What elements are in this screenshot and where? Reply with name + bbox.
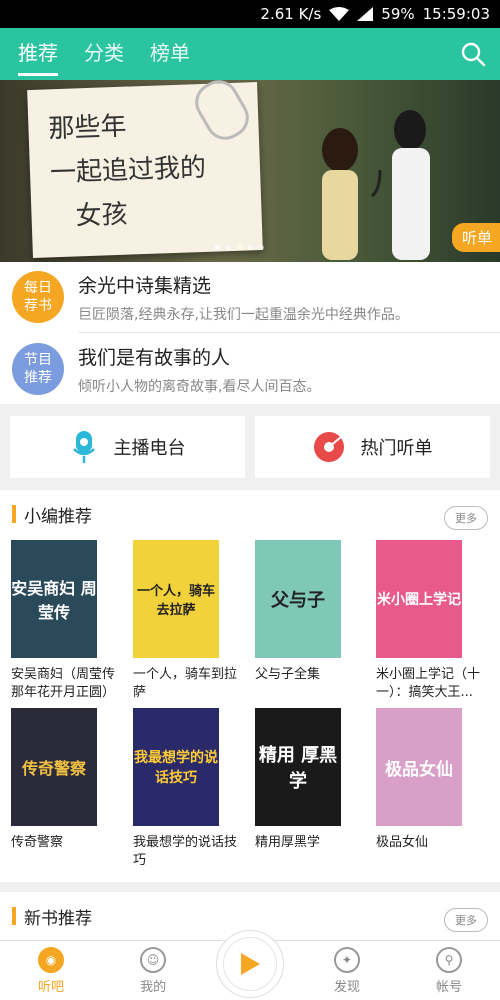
list-item[interactable]: 每日荐书 余光中诗集精选 巨匠陨落,经典永存,让我们一起重温余光中经典作品。 xyxy=(0,262,500,332)
cd-icon xyxy=(313,432,344,462)
daily-badge: 每日荐书 xyxy=(12,271,64,323)
network-speed: 2.61 K/s xyxy=(260,5,322,23)
tab-category[interactable]: 分类 xyxy=(84,28,124,80)
signal-icon xyxy=(357,7,374,21)
tab-label: 我的 xyxy=(140,979,167,995)
book-card[interactable]: 传奇警察 传奇警察 xyxy=(11,708,121,852)
profile-icon: ☺ xyxy=(140,946,167,973)
tab-label: 发现 xyxy=(333,979,360,995)
cover-text: 一个人，骑车去拉萨 xyxy=(136,584,215,618)
more-button[interactable]: 更多 xyxy=(444,908,488,932)
radio-button[interactable]: 主播电台 xyxy=(10,416,245,478)
tab-discover[interactable]: ✦ 发现 xyxy=(296,941,398,1000)
clock: 15:59:03 xyxy=(422,5,490,23)
book-cover: 米小圈上学记 xyxy=(376,540,462,658)
section-title: 小编推荐 xyxy=(24,506,92,527)
quick-entry-row: 主播电台 热门听单 xyxy=(0,404,500,490)
account-icon: ⚲ xyxy=(436,946,462,973)
radio-label: 主播电台 xyxy=(113,438,186,459)
item-subtitle: 巨匠陨落,经典永存,让我们一起重温余光中经典作品。 xyxy=(78,306,409,323)
book-cover: 父与子 xyxy=(255,540,341,658)
search-icon[interactable] xyxy=(460,41,486,67)
tab-ranking[interactable]: 榜单 xyxy=(150,28,190,80)
listen-icon: ◉ xyxy=(38,946,65,973)
book-cover: 安吴商妇 周莹传 xyxy=(11,540,97,658)
cover-text: 传奇警察 xyxy=(21,759,86,778)
tab-recommend[interactable]: 推荐 xyxy=(18,28,58,80)
book-title: 精用厚黑学 xyxy=(255,835,321,850)
book-card[interactable]: 极品女仙 极品女仙 xyxy=(376,708,486,852)
list-item[interactable]: 节目推荐 我们是有故事的人 倾听小人物的离奇故事,看尽人间百态。 xyxy=(0,334,500,404)
book-title: 安吴商妇（周莹传那年花开月正圆） xyxy=(11,667,116,700)
daily-recommend-list: 每日荐书 余光中诗集精选 巨匠陨落,经典永存,让我们一起重温余光中经典作品。 节… xyxy=(0,262,500,404)
section-title: 新书推荐 xyxy=(24,908,92,929)
compass-icon: ✦ xyxy=(333,946,360,973)
cover-text: 父与子 xyxy=(271,590,325,611)
item-title: 我们是有故事的人 xyxy=(78,346,231,369)
tab-mine[interactable]: ☺ 我的 xyxy=(102,941,204,1000)
wifi-icon xyxy=(329,7,350,21)
book-cover: 传奇警察 xyxy=(11,708,97,826)
book-card[interactable]: 一个人，骑车去拉萨 一个人，骑车到拉萨 xyxy=(133,540,243,702)
book-card[interactable]: 我最想学的说话技巧 我最想学的说话技巧 xyxy=(133,708,243,870)
book-card[interactable]: 安吴商妇 周莹传 安吴商妇（周莹传那年花开月正圆） xyxy=(11,540,121,702)
book-title: 父与子全集 xyxy=(255,667,321,682)
editor-pick-section: 小编推荐 更多 安吴商妇 周莹传 安吴商妇（周莹传那年花开月正圆） 一个人，骑车… xyxy=(0,490,500,882)
banner-pager xyxy=(215,245,264,250)
more-button[interactable]: 更多 xyxy=(444,506,488,530)
microphone-icon xyxy=(72,431,95,463)
couple-illustration xyxy=(322,110,430,260)
book-title: 米小圈上学记（十一）：搞笑大王... xyxy=(376,667,481,700)
tab-label: 听吧 xyxy=(38,979,65,995)
promo-banner[interactable]: 那些年 一起追过我的 女孩 听单 xyxy=(0,80,500,262)
book-card[interactable]: 精用 厚黑学 精用厚黑学 xyxy=(255,708,365,852)
cover-text: 我最想学的说话技巧 xyxy=(134,750,218,786)
program-badge: 节目推荐 xyxy=(12,343,64,395)
banner-line-2: 一起追过我的 xyxy=(49,152,207,189)
play-icon xyxy=(241,953,260,975)
cover-text: 米小圈上学记 xyxy=(377,592,461,608)
hot-list-button[interactable]: 热门听单 xyxy=(255,416,490,478)
section-accent-bar xyxy=(12,505,16,523)
item-subtitle: 倾听小人物的离奇故事,看尽人间百态。 xyxy=(78,378,321,395)
banner-line-3: 女孩 xyxy=(75,199,129,232)
battery-level: 59% xyxy=(381,5,415,23)
play-button[interactable] xyxy=(216,930,284,998)
cover-text: 安吴商妇 周莹传 xyxy=(11,579,97,622)
banner-tag: 听单 xyxy=(451,223,500,252)
tab-label: 帐号 xyxy=(436,979,463,995)
book-title: 极品女仙 xyxy=(376,835,429,850)
cover-text: 极品女仙 xyxy=(385,759,453,780)
book-cover: 极品女仙 xyxy=(376,708,462,826)
book-card[interactable]: 米小圈上学记 米小圈上学记（十一）：搞笑大王... xyxy=(376,540,486,702)
status-bar: 2.61 K/s 59% 15:59:03 xyxy=(0,0,500,28)
top-nav-bar: 推荐 分类 榜单 xyxy=(0,28,500,80)
play-button-inner xyxy=(223,937,277,991)
book-title: 传奇警察 xyxy=(11,835,64,850)
book-cover: 一个人，骑车去拉萨 xyxy=(133,540,219,658)
tab-listen[interactable]: ◉ 听吧 xyxy=(0,941,102,1000)
cover-text: 精用 厚黑学 xyxy=(258,745,338,792)
book-title: 我最想学的说话技巧 xyxy=(133,835,238,868)
book-card[interactable]: 父与子 父与子全集 xyxy=(255,540,365,684)
item-title: 余光中诗集精选 xyxy=(78,274,212,297)
divider xyxy=(78,332,500,333)
hot-list-label: 热门听单 xyxy=(360,438,433,459)
book-title: 一个人，骑车到拉萨 xyxy=(133,667,238,700)
book-cover: 精用 厚黑学 xyxy=(255,708,341,826)
tab-account[interactable]: ⚲ 帐号 xyxy=(398,941,500,1000)
section-accent-bar xyxy=(12,907,16,925)
book-cover: 我最想学的说话技巧 xyxy=(133,708,219,826)
section-header: 小编推荐 更多 xyxy=(0,490,500,538)
